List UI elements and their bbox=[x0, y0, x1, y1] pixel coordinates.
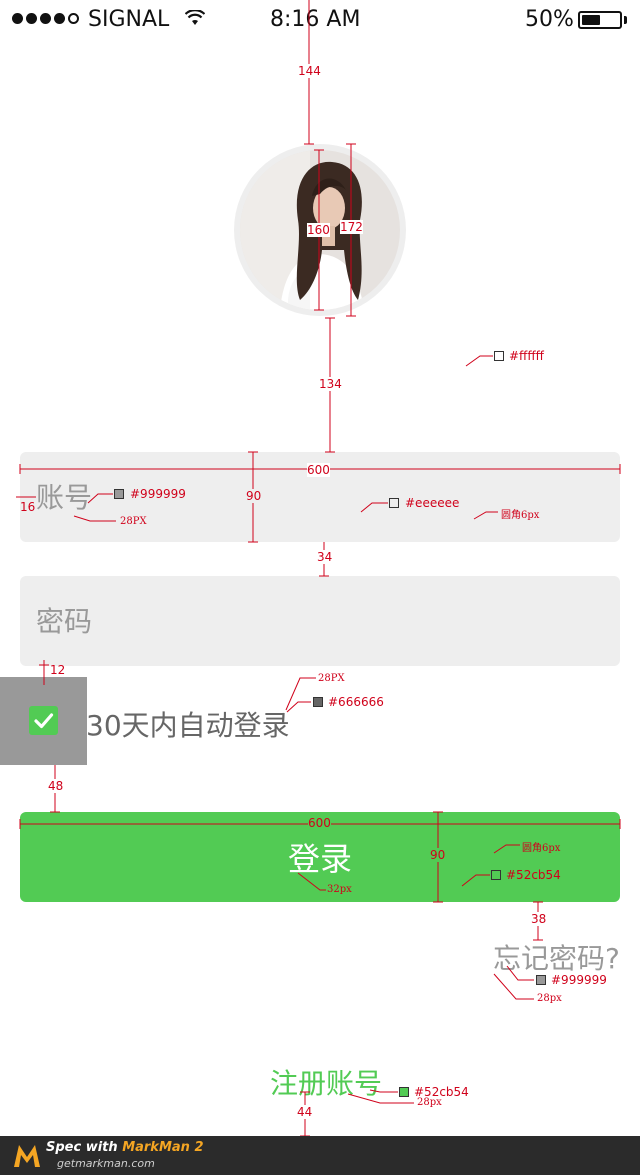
color-swatch bbox=[536, 975, 546, 985]
annotation-label: #666666 bbox=[328, 695, 384, 709]
annotation-label: 28px bbox=[417, 1097, 442, 1108]
annotation-label: 48 bbox=[48, 779, 64, 793]
annotation-label: 600 bbox=[308, 816, 331, 830]
annotation-label: 90 bbox=[430, 848, 446, 862]
color-swatch bbox=[494, 351, 504, 361]
footer-spec-with: Spec with bbox=[46, 1140, 118, 1155]
annotation-label: 圆角6px bbox=[501, 510, 540, 521]
annotation-label: 134 bbox=[319, 377, 342, 391]
color-swatch bbox=[313, 697, 323, 707]
annotation-label: 28PX bbox=[120, 516, 147, 527]
footer-site: getmarkman.com bbox=[57, 1157, 155, 1170]
annotation-label: #999999 bbox=[551, 973, 607, 987]
annotation-label: 160 bbox=[307, 223, 330, 237]
annotation-label: 172 bbox=[340, 220, 363, 234]
color-swatch bbox=[114, 489, 124, 499]
annotation-label: 32px bbox=[327, 884, 352, 895]
annotation-label: #52cb54 bbox=[506, 868, 561, 882]
annotation-label: 90 bbox=[246, 489, 262, 503]
annotation-label: 38 bbox=[531, 912, 547, 926]
footer-title: Spec with MarkMan 2 bbox=[46, 1140, 204, 1155]
color-swatch bbox=[491, 870, 501, 880]
annotation-label: #999999 bbox=[130, 487, 186, 501]
color-swatch bbox=[389, 498, 399, 508]
annotation-label: 12 bbox=[50, 663, 66, 677]
annotation-label: 28px bbox=[537, 993, 562, 1004]
annotation-label: 28PX bbox=[318, 673, 345, 684]
annotation-label: 圆角6px bbox=[522, 843, 561, 854]
annotation-label: 44 bbox=[297, 1105, 313, 1119]
color-swatch bbox=[399, 1087, 409, 1097]
annotation-label: 144 bbox=[298, 64, 321, 78]
markman-logo-icon bbox=[14, 1145, 40, 1167]
annotation-label: 34 bbox=[317, 550, 333, 564]
footer-brand: MarkMan 2 bbox=[122, 1140, 204, 1155]
annotation-label: #eeeeee bbox=[405, 496, 460, 510]
annotation-label: 600 bbox=[307, 463, 330, 477]
annotation-label: #ffffff bbox=[509, 349, 544, 363]
annotation-label: 16 bbox=[20, 500, 36, 514]
